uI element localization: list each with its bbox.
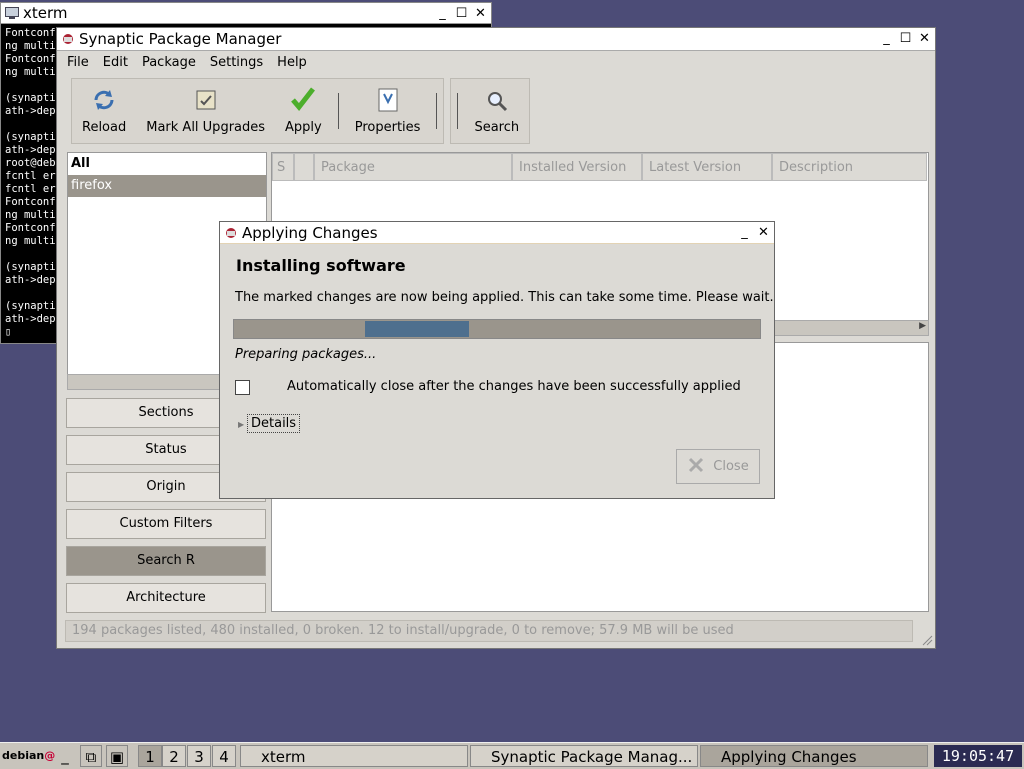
- desktop-2[interactable]: 2: [162, 745, 186, 767]
- auto-close-checkbox[interactable]: [235, 380, 250, 395]
- terminal-output[interactable]: Fontconf ng multi Fontconf ng multi (syn…: [5, 27, 56, 339]
- taskbar: debian@ _ ⧉ ▣ 1 2 3 4 xterm Synaptic Pac…: [0, 742, 1024, 769]
- reload-button[interactable]: Reload: [72, 79, 136, 143]
- close-icon[interactable]: ✕: [472, 5, 489, 22]
- task-synaptic[interactable]: Synaptic Package Manag...: [470, 745, 698, 767]
- task-xterm[interactable]: xterm: [240, 745, 468, 767]
- terminal-launcher-icon[interactable]: ▣: [106, 745, 128, 767]
- menu-edit[interactable]: Edit: [103, 52, 128, 74]
- mark-all-label: Mark All Upgrades: [146, 120, 266, 135]
- progress-bar: [233, 319, 761, 339]
- apply-checkmark-icon: [290, 84, 316, 112]
- mark-upgrades-icon: [194, 84, 218, 112]
- search-button[interactable]: Search: [464, 79, 529, 143]
- resize-grip-icon[interactable]: [921, 634, 933, 646]
- synaptic-titlebar[interactable]: Synaptic Package Manager _ ☐ ✕: [57, 28, 935, 51]
- clock: 19:05:47: [934, 745, 1022, 767]
- task-xterm-label: xterm: [261, 748, 306, 766]
- desktop-1[interactable]: 1: [138, 745, 162, 767]
- menu-help[interactable]: Help: [277, 52, 307, 74]
- column-installed-version[interactable]: Installed Version: [512, 153, 642, 181]
- reload-icon: [92, 84, 116, 112]
- custom-filters-button[interactable]: Custom Filters: [66, 509, 266, 539]
- column-support[interactable]: [294, 153, 314, 181]
- task-applying-changes[interactable]: Applying Changes: [700, 745, 928, 767]
- desktop-3[interactable]: 3: [187, 745, 211, 767]
- terminal-icon: [5, 7, 19, 19]
- minimize-icon[interactable]: _: [434, 5, 451, 22]
- toolbar-separator: [436, 93, 438, 129]
- menu-file[interactable]: File: [67, 52, 89, 74]
- dialog-titlebar[interactable]: Applying Changes _ ✕: [220, 222, 774, 244]
- xterm-titlebar[interactable]: xterm _ ☐ ✕: [1, 3, 491, 24]
- toolbar: Reload Mark All Upgrades Apply Propertie: [71, 78, 531, 144]
- applying-changes-dialog[interactable]: Applying Changes _ ✕ Installing software…: [219, 221, 775, 499]
- menu-settings[interactable]: Settings: [210, 52, 263, 74]
- search-results-button[interactable]: Search R: [66, 546, 266, 576]
- debian-logo-text: debian: [2, 749, 45, 762]
- toolbar-separator: [337, 93, 339, 129]
- dialog-heading: Installing software: [236, 256, 406, 275]
- toolbar-separator: [457, 93, 459, 129]
- debian-logo[interactable]: debian@: [2, 745, 55, 767]
- menubar: File Edit Package Settings Help: [61, 52, 307, 74]
- apply-button[interactable]: Apply: [275, 79, 332, 143]
- show-desktop-icon[interactable]: _: [54, 745, 76, 767]
- desktop-4[interactable]: 4: [212, 745, 236, 767]
- filter-item-firefox[interactable]: firefox: [68, 175, 266, 197]
- apply-label: Apply: [285, 120, 322, 135]
- toolbar-group-search: Search: [450, 78, 531, 144]
- column-latest-version[interactable]: Latest Version: [642, 153, 772, 181]
- dialog-message: The marked changes are now being applied…: [235, 290, 774, 305]
- synaptic-title: Synaptic Package Manager: [79, 30, 282, 48]
- synaptic-app-icon: [61, 33, 75, 45]
- search-label: Search: [474, 120, 520, 135]
- synaptic-app-icon: [224, 227, 238, 239]
- maximize-icon[interactable]: ☐: [897, 30, 914, 47]
- menu-package[interactable]: Package: [142, 52, 196, 74]
- architecture-button[interactable]: Architecture: [66, 583, 266, 613]
- maximize-icon[interactable]: ☐: [453, 5, 470, 22]
- column-package[interactable]: Package: [314, 153, 512, 181]
- minimize-icon[interactable]: _: [878, 30, 895, 47]
- search-icon: [486, 84, 508, 112]
- close-icon[interactable]: ✕: [755, 224, 772, 241]
- close-button[interactable]: Close: [676, 449, 760, 484]
- minimize-icon[interactable]: _: [736, 224, 753, 241]
- window-list-icon[interactable]: ⧉: [80, 745, 102, 767]
- task-applying-label: Applying Changes: [721, 748, 857, 766]
- dialog-title: Applying Changes: [242, 223, 378, 242]
- properties-button[interactable]: Properties: [345, 79, 431, 143]
- column-status[interactable]: S: [272, 153, 294, 181]
- toolbar-group-main: Reload Mark All Upgrades Apply Propertie: [71, 78, 445, 144]
- reload-label: Reload: [82, 120, 127, 135]
- task-synaptic-label: Synaptic Package Manag...: [491, 748, 693, 766]
- details-expander[interactable]: Details: [247, 414, 301, 433]
- expander-arrow-icon[interactable]: ▶: [238, 420, 244, 429]
- scroll-right-icon[interactable]: ▶: [919, 321, 926, 331]
- properties-label: Properties: [354, 120, 421, 135]
- close-button-label: Close: [713, 459, 749, 474]
- mark-all-upgrades-button[interactable]: Mark All Upgrades: [136, 79, 275, 143]
- properties-icon: [377, 84, 399, 112]
- column-description[interactable]: Description: [772, 153, 927, 181]
- progress-pulse: [365, 321, 469, 337]
- auto-close-label[interactable]: Automatically close after the changes ha…: [287, 379, 741, 394]
- xterm-title: xterm: [23, 4, 68, 22]
- progress-status: Preparing packages...: [235, 347, 377, 362]
- close-x-icon: [687, 456, 705, 478]
- status-bar: 194 packages listed, 480 installed, 0 br…: [65, 620, 913, 642]
- filter-item-all[interactable]: All: [68, 153, 266, 175]
- close-icon[interactable]: ✕: [916, 30, 933, 47]
